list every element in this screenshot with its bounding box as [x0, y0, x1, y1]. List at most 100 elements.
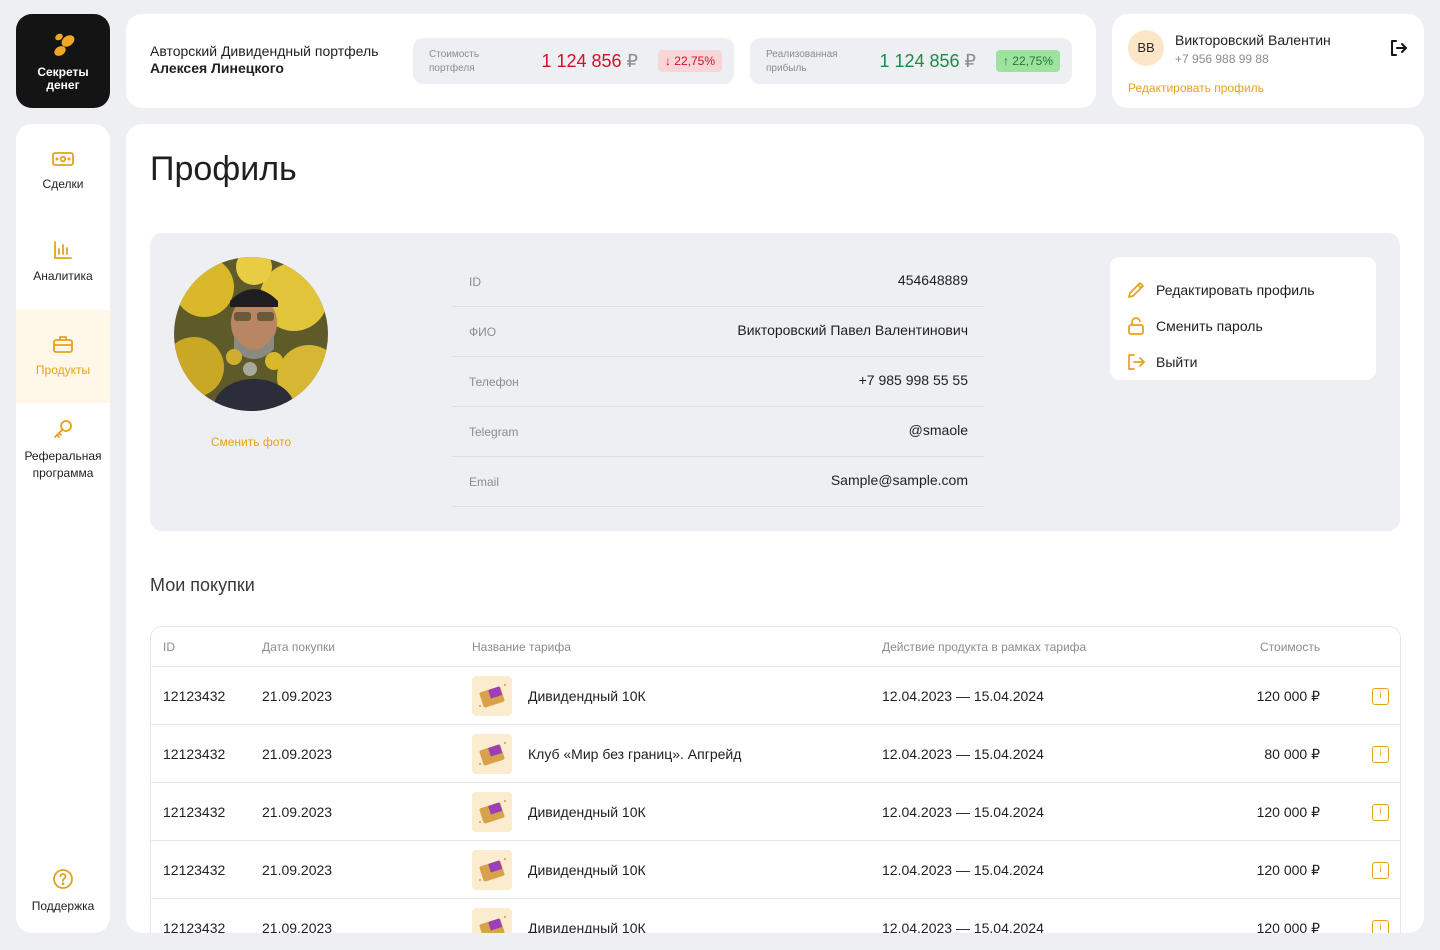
cell-period: 12.04.2023 — 15.04.2024: [882, 688, 1044, 704]
portfolio-title-line1: Авторский Дивидендный портфель: [150, 43, 379, 59]
cell-date: 21.09.2023: [262, 804, 333, 820]
info-label: ID: [469, 275, 481, 289]
sidebar-item-products[interactable]: Продукты: [16, 310, 110, 403]
info-value: Sample@sample.com: [830, 472, 968, 488]
product-thumbnail: [472, 792, 512, 832]
cell-period: 12.04.2023 — 15.04.2024: [882, 746, 1044, 762]
cell-price: 120 000 ₽: [1256, 804, 1320, 820]
user-phone: +7 956 988 99 88: [1175, 52, 1269, 66]
sidebar-item-referral[interactable]: Реферальная программа: [16, 418, 110, 482]
avatar[interactable]: ВВ: [1128, 30, 1164, 66]
info-value: 454648889: [897, 272, 968, 288]
cell-id: 12123432: [163, 920, 226, 933]
profile-photo: [174, 257, 328, 411]
sidebar-item-label: Поддержка: [31, 899, 95, 913]
sidebar-item-label: Сделки: [42, 177, 84, 191]
cell-tariff: Клуб «Мир без границ». Апгрейд: [528, 746, 742, 762]
lock-icon: [1128, 317, 1144, 335]
key-icon: [54, 420, 72, 438]
info-row-telegram: Telegram @smaole: [452, 407, 984, 457]
brand-name: Секреты денег: [37, 65, 89, 92]
cell-date: 21.09.2023: [262, 688, 333, 704]
column-header-id: ID: [163, 640, 175, 654]
table-row: 12123432 21.09.2023 Дивидендный 10К 12.0…: [151, 667, 1400, 725]
table-row: 12123432 21.09.2023 Дивидендный 10К 12.0…: [151, 783, 1400, 841]
currency-sign: ₽: [626, 51, 638, 71]
table-row: 12123432 21.09.2023 Дивидендный 10К 12.0…: [151, 899, 1400, 933]
logout-icon[interactable]: [1388, 38, 1408, 58]
help-icon: [53, 869, 73, 889]
portfolio-value-metric: Стоимость портфеля 1 124 856 ₽ ↓ 22,75%: [413, 38, 734, 84]
user-name: Викторовский Валентин: [1175, 32, 1331, 48]
info-row-id: ID 454648889: [452, 257, 984, 307]
cell-price: 120 000 ₽: [1256, 688, 1320, 704]
cell-period: 12.04.2023 — 15.04.2024: [882, 920, 1044, 933]
money-icon: [52, 152, 74, 166]
info-button[interactable]: i: [1372, 746, 1389, 763]
action-label: Выйти: [1156, 354, 1198, 370]
cell-price: 120 000 ₽: [1256, 920, 1320, 933]
cell-date: 21.09.2023: [262, 746, 333, 762]
product-thumbnail: [472, 676, 512, 716]
edit-profile-link[interactable]: Редактировать профиль: [1128, 81, 1264, 95]
user-card: ВВ Викторовский Валентин +7 956 988 99 8…: [1112, 14, 1424, 108]
info-row-fullname: ФИО Викторовский Павел Валентинович: [452, 307, 984, 357]
cell-period: 12.04.2023 — 15.04.2024: [882, 804, 1044, 820]
info-button[interactable]: i: [1372, 804, 1389, 821]
product-thumbnail: [472, 734, 512, 774]
table-row: 12123432 21.09.2023 Клуб «Мир без границ…: [151, 725, 1400, 783]
cell-tariff: Дивидендный 10К: [528, 688, 646, 704]
change-badge-down: ↓ 22,75%: [657, 50, 722, 72]
table-row: 12123432 21.09.2023 Дивидендный 10К 12.0…: [151, 841, 1400, 899]
info-button[interactable]: i: [1372, 688, 1389, 705]
change-badge-up: ↑ 22,75%: [995, 50, 1060, 72]
currency-sign: ₽: [964, 51, 976, 71]
edit-profile-button[interactable]: Редактировать профиль: [1110, 272, 1376, 308]
cell-tariff: Дивидендный 10К: [528, 920, 646, 933]
sidebar-item-label: Продукты: [35, 363, 91, 377]
column-header-period: Действие продукта в рамках тарифа: [882, 640, 1087, 654]
action-label: Редактировать профиль: [1156, 282, 1315, 298]
info-button[interactable]: i: [1372, 862, 1389, 879]
metric-value: 1 124 856 ₽: [541, 51, 638, 71]
cell-period: 12.04.2023 — 15.04.2024: [882, 862, 1044, 878]
sidebar-item-label: Реферальная программа: [24, 449, 102, 480]
sidebar-item-analytics[interactable]: Аналитика: [16, 240, 110, 285]
bar-chart-icon: [54, 241, 72, 259]
metric-label: Реализованная прибыль: [766, 49, 838, 74]
portfolio-title-line2: Алексея Линецкого: [150, 60, 284, 76]
profile-actions-menu: Редактировать профиль Сменить пароль Вый…: [1110, 257, 1376, 380]
info-button[interactable]: i: [1372, 920, 1389, 933]
change-photo-link[interactable]: Сменить фото: [174, 435, 328, 449]
page-title: Профиль: [150, 150, 297, 188]
cell-id: 12123432: [163, 862, 226, 878]
cell-tariff: Дивидендный 10К: [528, 862, 646, 878]
cell-id: 12123432: [163, 804, 226, 820]
cell-tariff: Дивидендный 10К: [528, 804, 646, 820]
brand-logo[interactable]: Секреты денег: [16, 14, 110, 108]
metric-value: 1 124 856 ₽: [879, 51, 976, 71]
profile-panel: Сменить фото ID 454648889 ФИО Викторовск…: [150, 233, 1400, 531]
purchases-table: ID Дата покупки Название тарифа Действие…: [150, 626, 1401, 933]
column-header-tariff: Название тарифа: [472, 640, 571, 654]
info-label: Telegram: [469, 425, 519, 439]
change-password-button[interactable]: Сменить пароль: [1110, 308, 1376, 344]
sidebar-item-deals[interactable]: Сделки: [16, 150, 110, 193]
coins-logo-icon: [54, 33, 75, 56]
cell-date: 21.09.2023: [262, 920, 333, 933]
metric-label: Стоимость портфеля: [429, 49, 480, 74]
logout-button[interactable]: Выйти: [1110, 344, 1376, 380]
info-value: Викторовский Павел Валентинович: [737, 322, 968, 338]
info-label: ФИО: [469, 325, 497, 339]
action-label: Сменить пароль: [1156, 318, 1263, 334]
cell-price: 80 000 ₽: [1264, 746, 1320, 762]
column-header-date: Дата покупки: [262, 640, 335, 654]
product-thumbnail: [472, 908, 512, 933]
pencil-icon: [1128, 282, 1144, 298]
info-row-phone: Телефон +7 985 998 55 55: [452, 357, 984, 407]
cell-id: 12123432: [163, 688, 226, 704]
sidebar: Сделки Аналитика Продукты Реферальная пр…: [16, 124, 110, 933]
profile-info-table: ID 454648889 ФИО Викторовский Павел Вале…: [452, 257, 984, 507]
sidebar-item-support[interactable]: Поддержка: [16, 868, 110, 915]
realized-profit-metric: Реализованная прибыль 1 124 856 ₽ ↑ 22,7…: [750, 38, 1072, 84]
